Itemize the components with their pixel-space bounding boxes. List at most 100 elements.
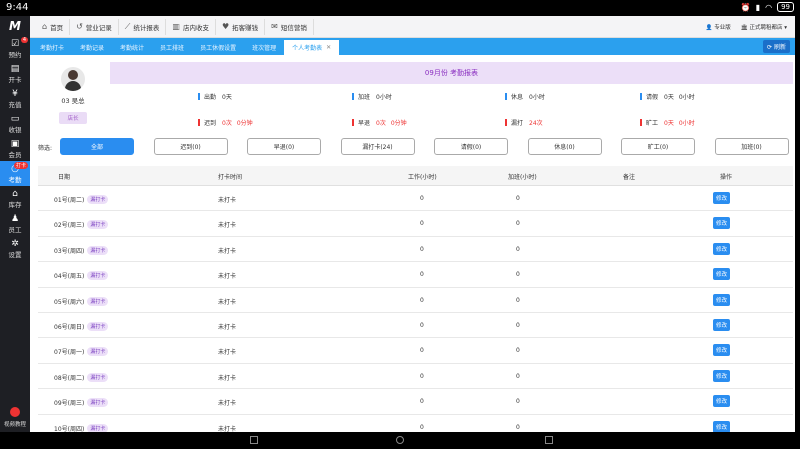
work-hours-cell: 0: [420, 245, 424, 253]
topnav-item-0[interactable]: ⌂ 首页: [36, 18, 71, 35]
staff-icon: ♟: [10, 213, 20, 224]
date-cell: 01号(周二) 漏打卡: [54, 195, 109, 204]
work-hours-cell: 0: [420, 195, 424, 202]
date-cell: 10号(周四) 漏打卡: [54, 423, 109, 432]
filter-button-2[interactable]: 早退(0): [247, 138, 321, 155]
sidebar-item-7[interactable]: ♟ 员工: [0, 211, 30, 236]
topnav-label: 统计报表: [133, 23, 160, 32]
tab-5[interactable]: 班次管理: [244, 40, 284, 55]
employee-name: 03 吴总: [61, 97, 85, 105]
stat-label: 出勤: [204, 94, 217, 101]
filter-button-6[interactable]: 旷工(0): [621, 138, 695, 155]
column-header: 加班(小时): [508, 174, 537, 181]
filter-button-1[interactable]: 迟到(0): [153, 138, 228, 155]
stat-item: 漏打 24次: [505, 118, 543, 127]
table-row: 01号(周二) 漏打卡 未打卡 0 0 修改: [38, 186, 793, 212]
recents-button[interactable]: [545, 436, 553, 444]
tab-6[interactable]: 个人考勤表 ✕: [284, 40, 340, 55]
edit-button[interactable]: 修改: [713, 420, 730, 432]
topnav-label: 首页: [50, 23, 64, 32]
edit-button[interactable]: 修改: [713, 217, 730, 230]
topnav-icon: ⟋: [124, 21, 131, 31]
tab-0[interactable]: 考勤打卡: [32, 40, 72, 55]
sidebar-item-label: 设置: [8, 250, 22, 259]
video-tutorial-button[interactable]: 视频教程: [0, 407, 30, 428]
edit-button[interactable]: 修改: [713, 395, 730, 408]
punch-time-cell: 未打卡: [218, 222, 237, 230]
tab-3[interactable]: 员工排班: [152, 40, 192, 55]
sidebar-item-2[interactable]: ¥ 充值: [0, 86, 30, 111]
punch-time-cell: 未打卡: [218, 247, 237, 255]
tab-label: 考勤统计: [120, 45, 145, 52]
work-hours-cell: 0: [420, 372, 424, 380]
edit-button[interactable]: 修改: [713, 268, 730, 281]
stat-marker: [505, 119, 507, 126]
date-cell: 05号(周六) 漏打卡: [54, 296, 109, 306]
punch-time-cell: 未打卡: [218, 197, 237, 204]
filter-button-7[interactable]: 加班(0): [714, 138, 789, 155]
overtime-hours-cell: 0: [516, 271, 520, 279]
table-header: 日期 打卡时间 工作(小时) 加班(小时) 备注 操作: [38, 166, 793, 186]
work-hours-cell: 0: [420, 296, 424, 304]
topnav-item-4[interactable]: ♥ 拓客赚钱: [216, 18, 266, 35]
date-text: 03号(周四): [54, 247, 85, 255]
topnav-item-2[interactable]: ⟋ 统计报表: [119, 18, 167, 35]
punch-time-cell: 未打卡: [218, 425, 237, 432]
tab-4[interactable]: 员工休假设置: [192, 40, 244, 55]
date-text: 05号(周六): [54, 298, 85, 306]
punch-time-cell: 未打卡: [218, 374, 237, 382]
sidebar-item-3[interactable]: ▭ 收银: [0, 111, 30, 136]
stat-value: 0天: [222, 94, 232, 101]
edit-button[interactable]: 修改: [713, 344, 730, 357]
missed-punch-tag: 漏打卡: [87, 347, 109, 357]
filter-button-3[interactable]: 漏打卡(24): [340, 138, 415, 155]
refresh-button[interactable]: ⟳ 刷新: [763, 40, 790, 53]
filter-button-5[interactable]: 休息(0): [527, 138, 602, 155]
back-button[interactable]: [250, 436, 258, 444]
missed-punch-tag: 漏打卡: [87, 296, 109, 306]
topnav-item-3[interactable]: ▥ 店内收支: [166, 18, 216, 35]
overtime-hours-cell: 0: [516, 321, 520, 329]
date-text: 08号(周二): [54, 374, 85, 382]
topnav-item-5[interactable]: ✉ 短信营销: [265, 18, 314, 35]
topnav-icon: ↺: [76, 22, 83, 31]
table-row: 04号(周五) 漏打卡 未打卡 0 0 修改: [38, 262, 793, 288]
date-cell: 02号(周三) 漏打卡: [54, 220, 109, 230]
sidebar-item-1[interactable]: ▤ 开卡: [0, 61, 30, 86]
date-text: 02号(周三): [54, 222, 85, 230]
stat-item: 迟到 0次 0分钟: [198, 118, 253, 127]
date-cell: 08号(周二) 漏打卡: [54, 372, 109, 382]
edit-button[interactable]: 修改: [713, 192, 730, 204]
topnav-icon: ▥: [172, 22, 180, 31]
edition-button[interactable]: 👤 专业版: [706, 23, 731, 31]
overtime-hours-cell: 0: [516, 398, 520, 406]
edit-button[interactable]: 修改: [713, 293, 730, 306]
sidebar-item-6[interactable]: ⌂ 库存: [0, 186, 30, 211]
stat-marker: [640, 93, 642, 100]
home-button[interactable]: [396, 436, 404, 444]
stat-value-secondary: 0小时: [678, 120, 695, 127]
edit-button[interactable]: 修改: [713, 242, 730, 255]
filter-button-4[interactable]: 请假(0): [434, 138, 508, 155]
tab-label: 员工排班: [160, 45, 185, 52]
topnav-item-1[interactable]: ↺ 营业记录: [70, 18, 119, 35]
edit-button[interactable]: 修改: [713, 318, 730, 331]
tab-2[interactable]: 考勤统计: [112, 40, 152, 55]
filter-button-0[interactable]: 全部: [60, 138, 134, 155]
filter-bar: 筛选: 全部 迟到(0) 早退(0) 漏打卡(24) 请假(0) 休息(0) 旷工(0) 加班…: [38, 138, 793, 156]
sidebar-item-4[interactable]: ▣ 会员: [0, 136, 30, 161]
stat-item: 出勤 0天: [198, 92, 232, 101]
work-hours-cell: 0: [420, 423, 424, 431]
sidebar-item-8[interactable]: ✲ 设置: [0, 236, 30, 261]
edit-button[interactable]: 修改: [713, 369, 730, 382]
store-selector[interactable]: 🏛 正式聘租都店 ▾: [741, 23, 787, 31]
close-icon[interactable]: ✕: [326, 44, 331, 51]
topnav-icon: ♥: [221, 22, 230, 31]
sidebar-item-5[interactable]: ◔考勤打卡: [0, 161, 30, 186]
member-icon: ▣: [10, 138, 20, 149]
stat-item: 请假 0天 0小时: [640, 92, 695, 101]
sidebar-item-0[interactable]: ☑ 预约 4: [0, 36, 30, 61]
missed-punch-tag: 漏打卡: [87, 245, 109, 255]
column-header: 打卡时间: [218, 174, 243, 181]
tab-1[interactable]: 考勤记录: [72, 40, 112, 55]
